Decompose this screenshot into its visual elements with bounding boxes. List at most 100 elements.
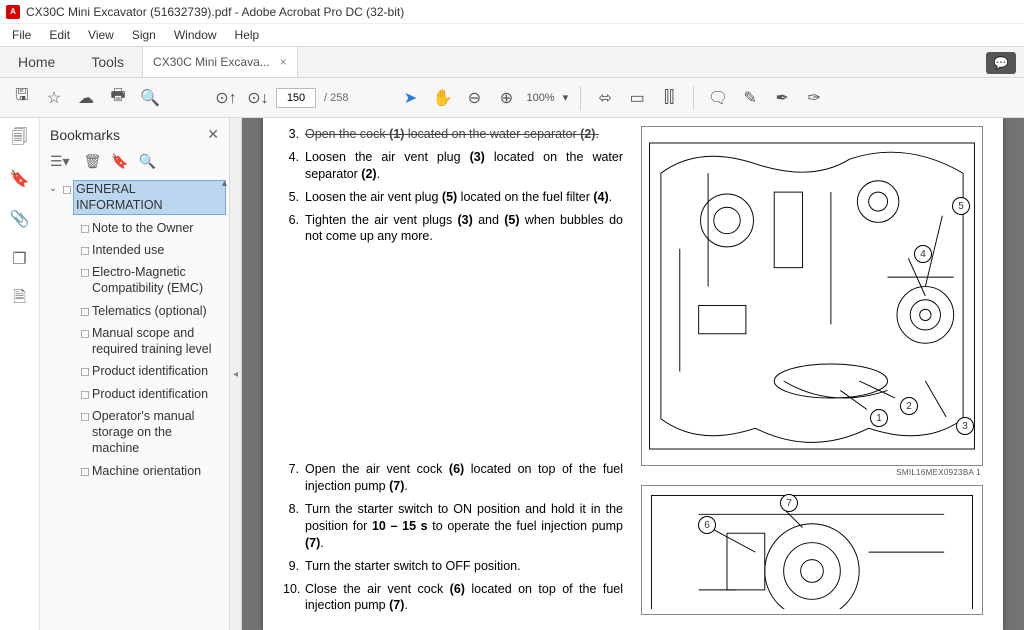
bookmarks-tools: ☰▾ 🗑 🔖 🔍 <box>40 151 229 176</box>
layers-icon[interactable]: ❐ <box>9 248 31 270</box>
attachments-icon[interactable]: 📎 <box>9 208 31 230</box>
bookmarks-icon[interactable]: 🔖 <box>9 168 31 190</box>
bookmark-glyph-icon: ◻ <box>60 181 74 196</box>
sign-icon[interactable]: ✒ <box>768 84 796 112</box>
bookmarks-close-icon[interactable]: ✕ <box>207 126 219 143</box>
figure-1-caption: SMIL16MEX0923BA 1 <box>641 466 983 477</box>
bookmark-root[interactable]: ⌄ ◻ GENERAL INFORMATION <box>46 178 229 217</box>
menu-bar: File Edit View Sign Window Help <box>0 24 1024 46</box>
zoom-out-icon[interactable]: ⊖ <box>460 84 488 112</box>
bookmark-label: Intended use <box>92 242 225 258</box>
bookmark-label: Note to the Owner <box>92 220 225 236</box>
highlight-icon[interactable]: ✎ <box>736 84 764 112</box>
figure-1: 1 2 3 4 5 <box>641 126 983 466</box>
document-viewport[interactable]: 3.Open the cock (1) located on the water… <box>242 118 1024 630</box>
read-mode-icon[interactable]: ⫿⫿ <box>655 84 683 112</box>
zoom-level[interactable]: 100% <box>526 92 554 104</box>
menu-window[interactable]: Window <box>166 26 225 44</box>
bookmark-delete-icon[interactable]: 🗑 <box>84 153 102 170</box>
pages-icon[interactable]: 🗎 <box>9 288 31 310</box>
bookmark-item[interactable]: ◻Intended use <box>64 239 229 261</box>
thumbnails-icon[interactable]: 🗐 <box>9 128 31 150</box>
bookmark-label: GENERAL INFORMATION <box>74 181 225 214</box>
bookmark-label: Manual scope and required training level <box>92 325 225 358</box>
expand-icon[interactable]: ⌄ <box>46 181 60 194</box>
bookmarks-title: Bookmarks <box>50 127 120 143</box>
menu-edit[interactable]: Edit <box>41 26 78 44</box>
bookmark-label: Operator's manual storage on the machine <box>92 408 225 457</box>
collapse-handle[interactable]: ◂ <box>230 118 242 630</box>
bookmark-item[interactable]: ◻Product identification <box>64 360 229 382</box>
bookmark-item[interactable]: ◻Machine orientation <box>64 460 229 482</box>
bookmark-label: Product identification <box>92 363 225 379</box>
tab-document-label: CX30C Mini Excava... <box>153 55 270 69</box>
menu-sign[interactable]: Sign <box>124 26 164 44</box>
comment-icon[interactable]: 🗨 <box>704 84 732 112</box>
bookmark-item[interactable]: ◻Telematics (optional) <box>64 300 229 322</box>
hand-icon[interactable]: ✋ <box>428 84 456 112</box>
bookmark-glyph-icon: ◻ <box>78 303 92 318</box>
bookmark-glyph-icon: ◻ <box>78 325 92 340</box>
instruction-step: 6.Tighten the air vent plugs (3) and (5)… <box>283 212 623 246</box>
instruction-step: 9.Turn the starter switch to OFF positio… <box>283 558 623 575</box>
print-icon[interactable]: 🖶 <box>104 84 132 112</box>
chat-icon[interactable]: 💬 <box>986 52 1016 74</box>
nav-rail: 🗐 🔖 📎 ❐ 🗎 <box>0 118 40 630</box>
bookmarks-panel: Bookmarks ✕ ☰▾ 🗑 🔖 🔍 ▴ ⌄ ◻ GENERAL INFOR… <box>40 118 230 630</box>
text-column: 3.Open the cock (1) located on the water… <box>283 126 623 610</box>
bookmark-item[interactable]: ◻Note to the Owner <box>64 217 229 239</box>
callout-1: 1 <box>870 409 888 427</box>
tab-row: Home Tools CX30C Mini Excava... × 💬 <box>0 46 1024 78</box>
zoom-caret-icon[interactable]: ▾ <box>563 91 569 104</box>
bookmarks-list[interactable]: ▴ ⌄ ◻ GENERAL INFORMATION ◻Note to the O… <box>40 176 229 630</box>
callout-6: 6 <box>698 516 716 534</box>
tab-document[interactable]: CX30C Mini Excava... × <box>142 47 298 77</box>
toolbar: 🖫 ☆ ☁ 🖶 🔍 ⊙↑ ⊙↓ / 258 ➤ ✋ ⊖ ⊕ 100% ▾ ⬄ ▭… <box>0 78 1024 118</box>
callout-4: 4 <box>914 245 932 263</box>
instruction-step: 4.Loosen the air vent plug (3) located o… <box>283 149 623 183</box>
bookmark-glyph-icon: ◻ <box>78 386 92 401</box>
menu-help[interactable]: Help <box>227 26 268 44</box>
tab-home[interactable]: Home <box>0 47 73 77</box>
save-icon[interactable]: 🖫 <box>8 84 36 112</box>
bookmark-glyph-icon: ◻ <box>78 408 92 423</box>
bookmark-item[interactable]: ◻Product identification <box>64 383 229 405</box>
bookmark-glyph-icon: ◻ <box>78 264 92 279</box>
bookmark-find-icon[interactable]: 🔍 <box>139 153 156 170</box>
instruction-step: 10.Close the air vent cock (6) located o… <box>283 581 623 615</box>
page-down-icon[interactable]: ⊙↓ <box>244 84 272 112</box>
bookmark-label: Electro-Magnetic Compatibility (EMC) <box>92 264 225 297</box>
bookmark-glyph-icon: ◻ <box>78 220 92 235</box>
cloud-up-icon[interactable]: ☁ <box>72 84 100 112</box>
instruction-step: 7.Open the air vent cock (6) located on … <box>283 461 623 495</box>
bookmark-label: Telematics (optional) <box>92 303 225 319</box>
bookmark-new-icon[interactable]: 🔖 <box>111 153 128 170</box>
zoom-in-icon[interactable]: ⊕ <box>492 84 520 112</box>
star-icon[interactable]: ☆ <box>40 84 68 112</box>
stamp-icon[interactable]: ✑ <box>800 84 828 112</box>
callout-3: 3 <box>956 417 974 435</box>
fit-width-icon[interactable]: ⬄ <box>591 84 619 112</box>
tab-tools[interactable]: Tools <box>73 47 142 77</box>
bookmark-item[interactable]: ◻Electro-Magnetic Compatibility (EMC) <box>64 261 229 300</box>
instruction-step: 8.Turn the starter switch to ON position… <box>283 501 623 552</box>
fit-page-icon[interactable]: ▭ <box>623 84 651 112</box>
main-area: 🗐 🔖 📎 ❐ 🗎 Bookmarks ✕ ☰▾ 🗑 🔖 🔍 ▴ ⌄ ◻ GEN… <box>0 118 1024 630</box>
instruction-step: 5.Loosen the air vent plug (5) located o… <box>283 189 623 206</box>
bookmark-label: Machine orientation <box>92 463 225 479</box>
page-number-input[interactable] <box>276 88 316 108</box>
bookmark-item[interactable]: ◻Operator's manual storage on the machin… <box>64 405 229 460</box>
bookmark-options-icon[interactable]: ☰▾ <box>50 153 70 170</box>
page-up-icon[interactable]: ⊙↑ <box>212 84 240 112</box>
page-total: / 258 <box>324 92 348 104</box>
pointer-icon[interactable]: ➤ <box>396 84 424 112</box>
bookmark-glyph-icon: ◻ <box>78 242 92 257</box>
tab-close-icon[interactable]: × <box>280 55 287 69</box>
instruction-step: 3.Open the cock (1) located on the water… <box>283 126 623 143</box>
menu-file[interactable]: File <box>4 26 39 44</box>
menu-view[interactable]: View <box>80 26 122 44</box>
scroll-up-icon[interactable]: ▴ <box>222 178 227 189</box>
figure-2: 6 7 <box>641 485 983 615</box>
bookmark-item[interactable]: ◻Manual scope and required training leve… <box>64 322 229 361</box>
search-icon[interactable]: 🔍 <box>136 84 164 112</box>
